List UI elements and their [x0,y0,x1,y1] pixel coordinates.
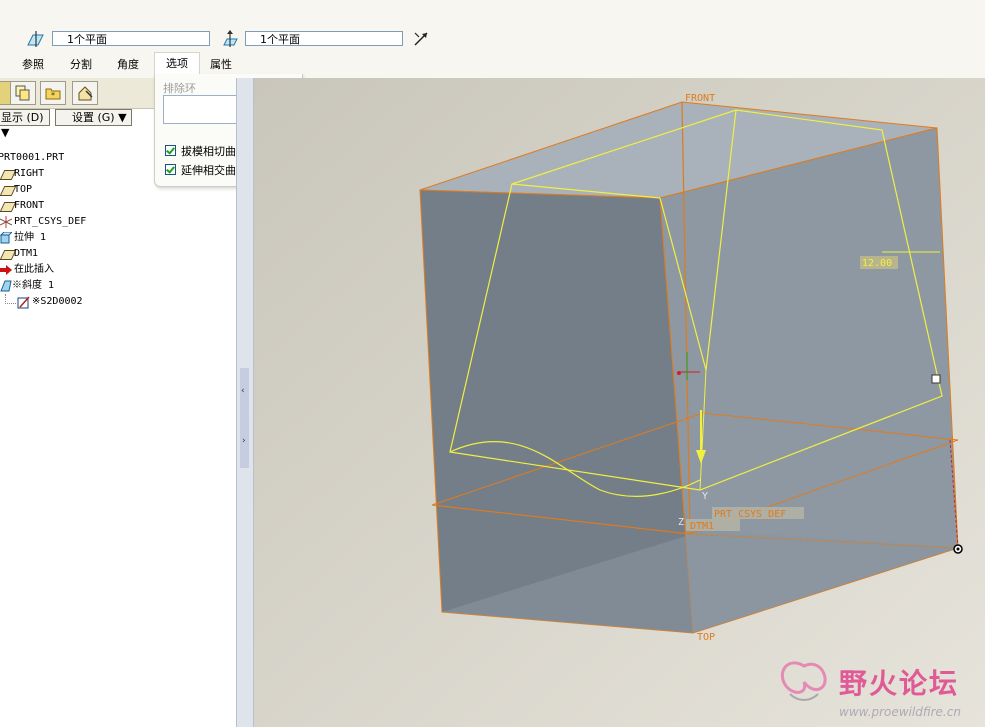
drag-handle[interactable] [931,374,941,384]
tab-properties[interactable]: 属性 [210,56,232,72]
csys-origin [677,371,681,375]
panel-splitter[interactable]: ‹ › [236,78,254,727]
end-point-dot [956,547,960,551]
exclude-loops-label: 排除环 [163,82,196,95]
show-menu-button[interactable]: 显示 (D) ▼ [0,109,50,139]
tab-options[interactable]: 选项 [154,52,200,75]
top-plane-label: TOP [697,632,715,643]
chevron-right-icon: › [242,436,246,446]
pull-direction-icon[interactable] [220,29,240,49]
draft-tangent-surfaces-checkbox[interactable] [165,145,176,156]
favorites-button[interactable]: * [40,81,66,105]
tree-item-extrude[interactable]: 拉伸 1 [0,230,236,246]
tree-item-csys[interactable]: PRT_CSYS_DEF [0,214,236,230]
watermark-text: 野火论坛 [839,667,960,700]
draft-dashboard: 1个平面 1个平面 参照 分割 角度 选项 属性 [0,0,985,79]
draft-hinge-icon[interactable] [26,29,46,49]
house-tools-icon [78,86,93,101]
axis-y-label: Y [702,491,708,502]
front-plane-label: FRONT [685,93,715,104]
angle-dimension-value: 12.00 [862,258,892,269]
tab-references[interactable]: 参照 [22,56,44,72]
graphics-window[interactable]: 12.00 FRONT TOP PRT_CSYS_DEF DTM1 Y Z 野火… [254,78,985,727]
connections-button[interactable] [72,81,98,105]
model-viewport[interactable]: 12.00 FRONT TOP PRT_CSYS_DEF DTM1 Y Z [254,78,985,727]
expand-right-handle[interactable]: › [240,418,249,468]
collapse-left-handle[interactable]: ‹ [240,368,249,418]
svg-text:*: * [51,91,55,100]
settings-menu-button[interactable]: 设置 (G) ▼ [55,109,132,126]
draft-icon [0,280,12,292]
dtm1-label: DTM1 [690,521,714,532]
tab-angle[interactable]: 角度 [117,56,139,72]
watermark-logo-icon [780,661,827,701]
flip-direction-icon[interactable] [412,30,430,48]
watermark-url: www.proewildfire.cn [839,705,961,719]
tree-item-front[interactable]: FRONT [0,198,236,214]
extrude-icon [0,232,12,244]
tab-split[interactable]: 分割 [70,56,92,72]
folder-star-icon: * [45,88,61,100]
csys-icon [0,216,12,228]
extend-intersect-surfaces-checkbox[interactable] [165,164,176,175]
tree-item-insert-here[interactable]: 在此插入 [0,262,236,278]
sketch-icon [17,296,30,309]
csys-label: PRT_CSYS_DEF [714,509,786,520]
axis-z-label: Z [678,517,684,528]
tree-item-sketch[interactable]: ※S2D0002 [0,294,236,310]
hinge-reference-field[interactable]: 1个平面 [52,31,210,46]
insert-here-arrow-icon [0,265,12,275]
pull-direction-reference-field[interactable]: 1个平面 [245,31,403,46]
tree-item-draft[interactable]: ※斜度 1 [0,278,236,294]
folder-browser-button[interactable] [10,81,36,105]
copy-pages-icon [15,85,30,101]
tree-connector [5,294,16,304]
chevron-left-icon: ‹ [241,386,245,396]
tree-item-dtm1[interactable]: DTM1 [0,246,236,262]
